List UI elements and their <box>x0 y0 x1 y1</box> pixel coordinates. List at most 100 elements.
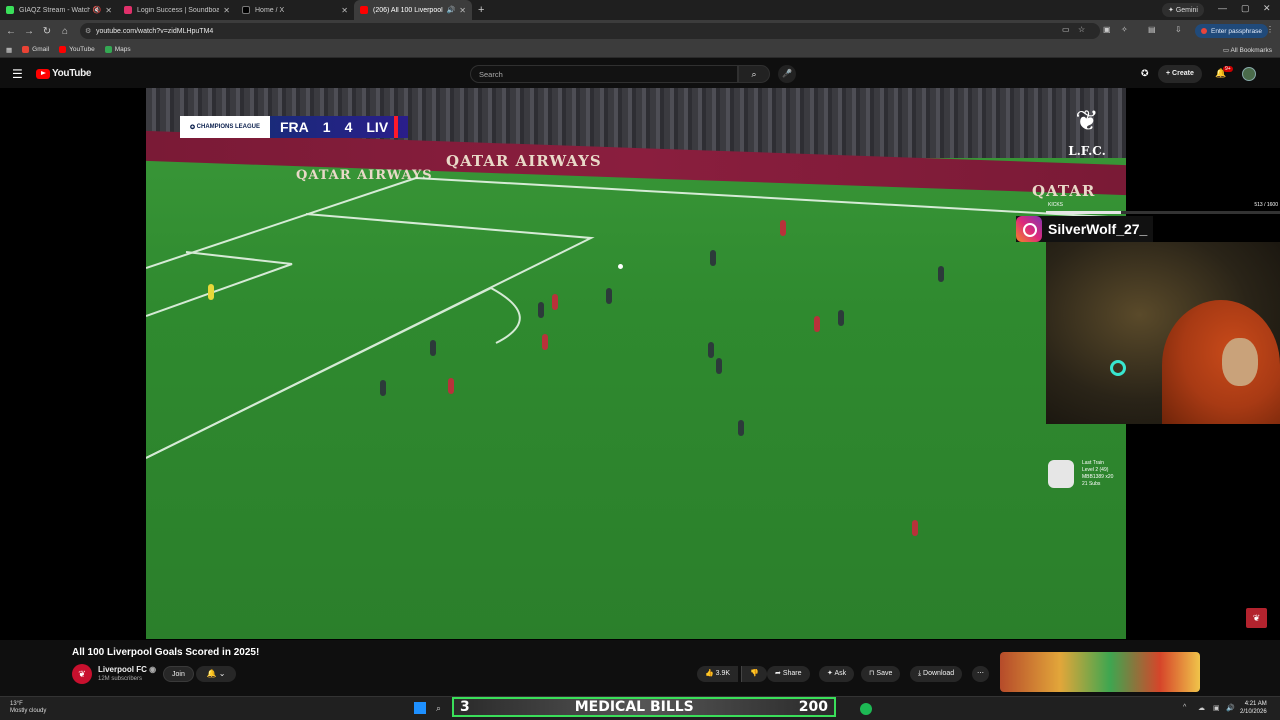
audio-playing-icon[interactable]: 🔊 <box>447 6 456 14</box>
new-tab-button[interactable]: + <box>478 4 484 16</box>
account-avatar[interactable] <box>1242 67 1256 81</box>
close-tab-icon[interactable]: ✕ <box>341 6 348 15</box>
search-button[interactable]: ⌕ <box>738 65 770 83</box>
like-button[interactable]: 👍 3.9K <box>697 666 739 682</box>
spotify-icon[interactable] <box>860 703 872 715</box>
ask-button[interactable]: ✦ Ask <box>819 666 855 682</box>
subscriber-count: 12M subscribers <box>98 676 143 682</box>
ask-label: Ask <box>834 670 847 677</box>
close-window-button[interactable]: ✕ <box>1263 3 1271 14</box>
forward-button[interactable]: → <box>20 26 38 37</box>
gemini-button[interactable]: ✦ Gemini <box>1162 3 1204 17</box>
dislike-button[interactable]: 👎 <box>741 666 767 682</box>
bookmark-maps[interactable]: Maps <box>104 46 131 53</box>
tab-title: (206) All 100 Liverpool Goa <box>373 6 444 14</box>
all-bookmarks-button[interactable]: ▭ All Bookmarks <box>1223 46 1272 54</box>
download-button[interactable]: ⤓ Download <box>910 666 963 682</box>
more-actions-button[interactable]: ⋯ <box>972 666 989 682</box>
cast-icon[interactable]: ▭ <box>1062 25 1070 34</box>
notification-badge: 9+ <box>1223 66 1233 72</box>
create-button[interactable]: + Create <box>1158 65 1202 83</box>
bookmark-gmail[interactable]: Gmail <box>22 46 49 53</box>
bookmark-star-icon[interactable]: ☆ <box>1078 25 1085 34</box>
browser-tab-4[interactable]: (206) All 100 Liverpool Goa 🔊 ✕ <box>354 0 472 20</box>
download-label: Download <box>923 670 955 677</box>
youtube-favicon <box>360 6 368 14</box>
menu-hamburger-icon[interactable]: ☰ <box>12 67 23 81</box>
join-button[interactable]: Join <box>163 666 194 682</box>
search-icon[interactable]: ⌕ <box>436 703 441 714</box>
instagram-handle-overlay: SilverWolf_27_ <box>1016 216 1154 242</box>
minimize-button[interactable]: — <box>1218 3 1227 13</box>
side-panel-icon[interactable]: ▤ <box>1148 25 1156 34</box>
browser-tab-2[interactable]: Login Success | Soundboard Bo ✕ <box>118 0 236 20</box>
muted-icon[interactable]: 🔇 <box>93 6 102 14</box>
weather-widget[interactable]: 13°F Mostly cloudy <box>10 701 46 715</box>
maximize-button[interactable]: ▢ <box>1241 3 1250 14</box>
browser-tab-1[interactable]: GIAQZ Stream - Watch Live 🔇 ✕ <box>0 0 118 20</box>
search-input[interactable]: Search <box>470 65 738 83</box>
system-clock[interactable]: 4:21 AM 2/10/2026 <box>1240 700 1267 716</box>
kicks-count: 513 / 1600 <box>1254 202 1278 208</box>
player <box>606 288 612 304</box>
windows-start-icon[interactable] <box>414 702 426 714</box>
close-tab-icon[interactable]: ✕ <box>105 6 112 15</box>
downloads-icon[interactable]: ⇩ <box>1175 25 1182 34</box>
player <box>838 310 844 326</box>
bookmark-label: Gmail <box>32 46 50 53</box>
channel-watermark-icon[interactable]: ❦ <box>1246 608 1267 628</box>
address-bar[interactable]: ⚙ youtube.com/watch?v=zidMLHpuTM4 <box>80 23 1100 39</box>
channel-name[interactable]: Liverpool FC ◉ <box>98 665 156 674</box>
player <box>538 302 544 318</box>
tab-title: GIAQZ Stream - Watch Live <box>19 6 90 14</box>
share-label: Share <box>782 670 802 677</box>
subscription-bell-button[interactable]: 🔔 ⌄ <box>196 666 236 682</box>
speaker-icon[interactable]: 🔊 <box>1226 704 1235 712</box>
player <box>710 250 716 266</box>
voice-search-button[interactable]: 🎤 <box>778 65 796 83</box>
youtube-logo[interactable]: YouTube <box>36 68 92 79</box>
site-info-icon[interactable]: ⚙ <box>85 27 91 35</box>
kicks-progress-bar <box>1046 211 1280 214</box>
player <box>380 380 386 396</box>
bookmarks-bar: ▦ Gmail YouTube Maps ▭ All Bookmarks <box>0 42 1280 58</box>
streamer <box>1162 300 1280 424</box>
train-line: Last Train <box>1082 460 1104 466</box>
share-button[interactable]: ➦ Share <box>767 666 810 682</box>
more-menu-icon[interactable]: ⋮ <box>1266 25 1274 34</box>
player <box>912 520 918 536</box>
enter-passphrase-button[interactable]: Enter passphrase <box>1195 24 1268 38</box>
reload-button[interactable]: ↻ <box>38 26 56 37</box>
train-line: 21 Subs <box>1082 481 1101 487</box>
create-label: Create <box>1172 70 1194 77</box>
away-score: 4 <box>344 119 353 135</box>
save-label: Save <box>876 670 893 677</box>
channel-avatar[interactable]: ❦ <box>72 664 92 684</box>
tray-chevron-icon[interactable]: ^ <box>1183 704 1186 711</box>
club-mark: L.F.C. <box>1068 144 1106 158</box>
tab-favicon <box>124 6 132 14</box>
enter-passphrase-label: Enter passphrase <box>1211 27 1262 35</box>
bookmark-youtube[interactable]: YouTube <box>59 46 95 53</box>
weather-temp: 13°F <box>10 701 23 707</box>
promo-thumbnail[interactable] <box>1000 652 1200 692</box>
player <box>738 420 744 436</box>
maps-icon <box>104 46 112 53</box>
extensions-puzzle-icon[interactable]: ✧ <box>1121 25 1128 34</box>
close-tab-icon[interactable]: ✕ <box>459 6 466 15</box>
player <box>430 340 436 356</box>
weather-desc: Mostly cloudy <box>10 708 47 714</box>
apps-grid-icon[interactable]: ▦ <box>6 46 12 54</box>
tray-app-icon[interactable]: ▣ <box>1213 704 1220 712</box>
close-tab-icon[interactable]: ✕ <box>223 6 230 15</box>
video-frame[interactable]: QATAR AIRWAYS QATAR AIRWAYS QATAR <box>146 88 1126 639</box>
save-button[interactable]: ⊓ Save <box>861 666 901 682</box>
sparkle-icon: ✦ <box>1168 7 1176 14</box>
home-button[interactable]: ⌂ <box>56 26 74 37</box>
cloud-icon[interactable]: ☁ <box>1198 704 1205 712</box>
cast-icon[interactable]: ✪ <box>1141 68 1149 79</box>
starball-icon: ✪ <box>189 124 197 131</box>
extension-icon[interactable]: ▣ <box>1103 25 1111 34</box>
browser-tab-3[interactable]: Home / X ✕ <box>236 0 354 20</box>
back-button[interactable]: ← <box>2 26 20 37</box>
